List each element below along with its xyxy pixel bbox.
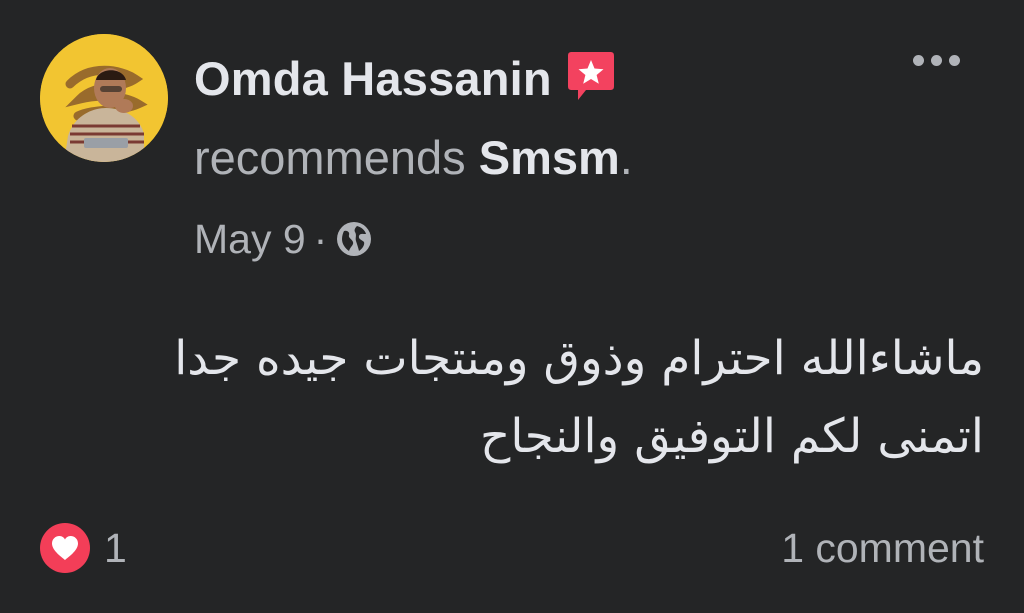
more-dot-icon (930, 54, 942, 66)
more-dot-icon (912, 54, 924, 66)
reactions-summary[interactable]: 1 (40, 522, 127, 574)
recommendation-badge-icon (566, 50, 616, 106)
recommendation-post: Omda Hassanin recommends Smsm. May 9 · م… (0, 0, 1024, 613)
action-text: recommends (194, 131, 466, 184)
recommendation-line: recommends Smsm. (194, 130, 633, 185)
avatar-photo (40, 34, 168, 162)
author-name[interactable]: Omda Hassanin (194, 51, 552, 106)
heart-icon (40, 523, 90, 573)
reaction-count: 1 (104, 524, 127, 571)
globe-icon[interactable] (335, 220, 373, 258)
post-date[interactable]: May 9 (194, 216, 306, 263)
more-dot-icon (948, 54, 960, 66)
post-meta: May 9 · (194, 212, 373, 266)
post-body: ماشاءالله احترام وذوق ومنتجات جيده جدا ا… (54, 320, 984, 476)
author-avatar[interactable] (40, 34, 168, 162)
comments-count-label: 1 comment (781, 524, 984, 571)
trailing-period: . (619, 131, 633, 184)
meta-separator: · (313, 215, 328, 262)
page-name-link[interactable]: Smsm (479, 131, 620, 184)
more-options-button[interactable] (904, 40, 968, 80)
comments-link[interactable]: 1 comment (781, 522, 984, 574)
post-body-line: ماشاءالله احترام وذوق ومنتجات جيده جدا (174, 331, 984, 386)
post-body-line: اتمنى لكم التوفيق والنجاح (480, 409, 984, 464)
author-line: Omda Hassanin (194, 48, 616, 108)
